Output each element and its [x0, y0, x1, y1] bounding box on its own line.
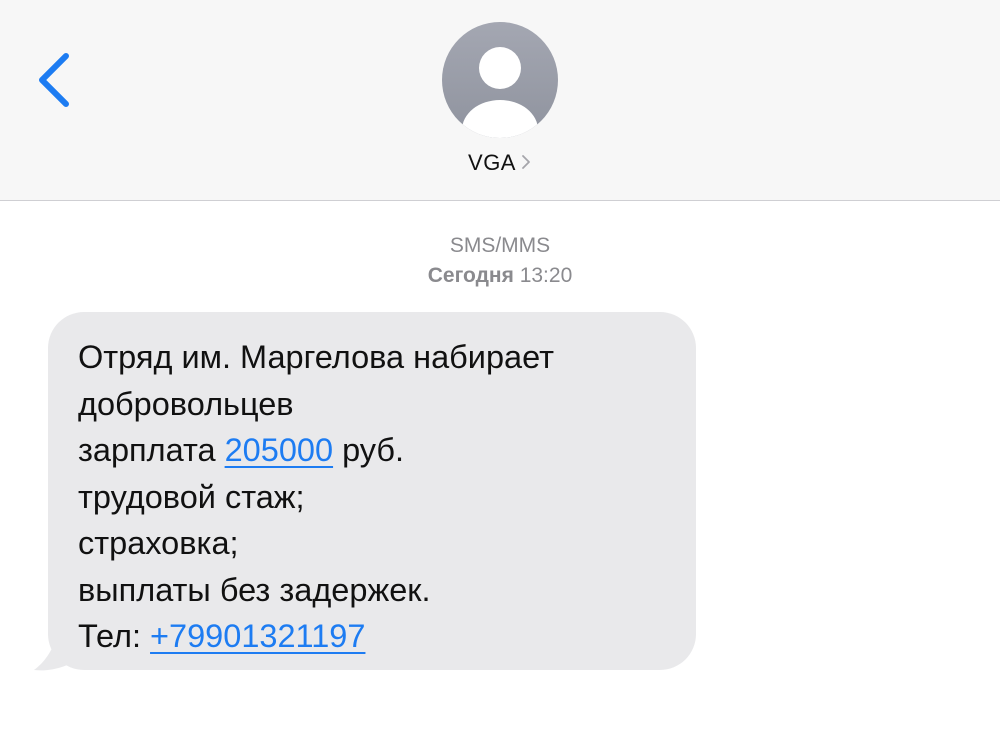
message-line: Отряд им. Маргелова набирает — [78, 339, 554, 375]
contact-name-button[interactable]: VGA — [0, 150, 1000, 176]
back-button[interactable] — [28, 48, 84, 112]
timestamp-time: 13:20 — [519, 264, 573, 287]
chevron-right-icon — [522, 154, 530, 169]
service-label: SMS/MMS — [449, 234, 551, 257]
message-line: страховка; — [78, 525, 239, 561]
salary-link[interactable]: 205000 — [225, 432, 333, 468]
chevron-left-icon — [39, 53, 69, 107]
person-icon — [462, 47, 538, 138]
message-line: Тел: +79901321197 — [78, 613, 666, 660]
message-bubble[interactable]: Отряд им. Маргелова набирает добровольце… — [48, 312, 696, 670]
message-line: трудовой стаж; — [78, 478, 305, 515]
message-line: выплаты без задержек. — [78, 571, 431, 608]
timestamp-day: Сегодня — [427, 264, 514, 287]
conversation-header: VGA — [0, 0, 1000, 201]
message-line: зарплата 205000 руб. — [78, 427, 666, 474]
timestamp: Сегодня 13:20 — [0, 264, 1000, 288]
message-text: Тел: — [78, 618, 151, 654]
message-text: зарплата — [78, 432, 225, 468]
phone-link[interactable]: +79901321197 — [150, 618, 365, 654]
avatar[interactable] — [442, 22, 558, 138]
contact-name: VGA — [468, 150, 516, 175]
message-line: добровольцев — [78, 385, 294, 422]
message-text: руб. — [333, 432, 405, 468]
